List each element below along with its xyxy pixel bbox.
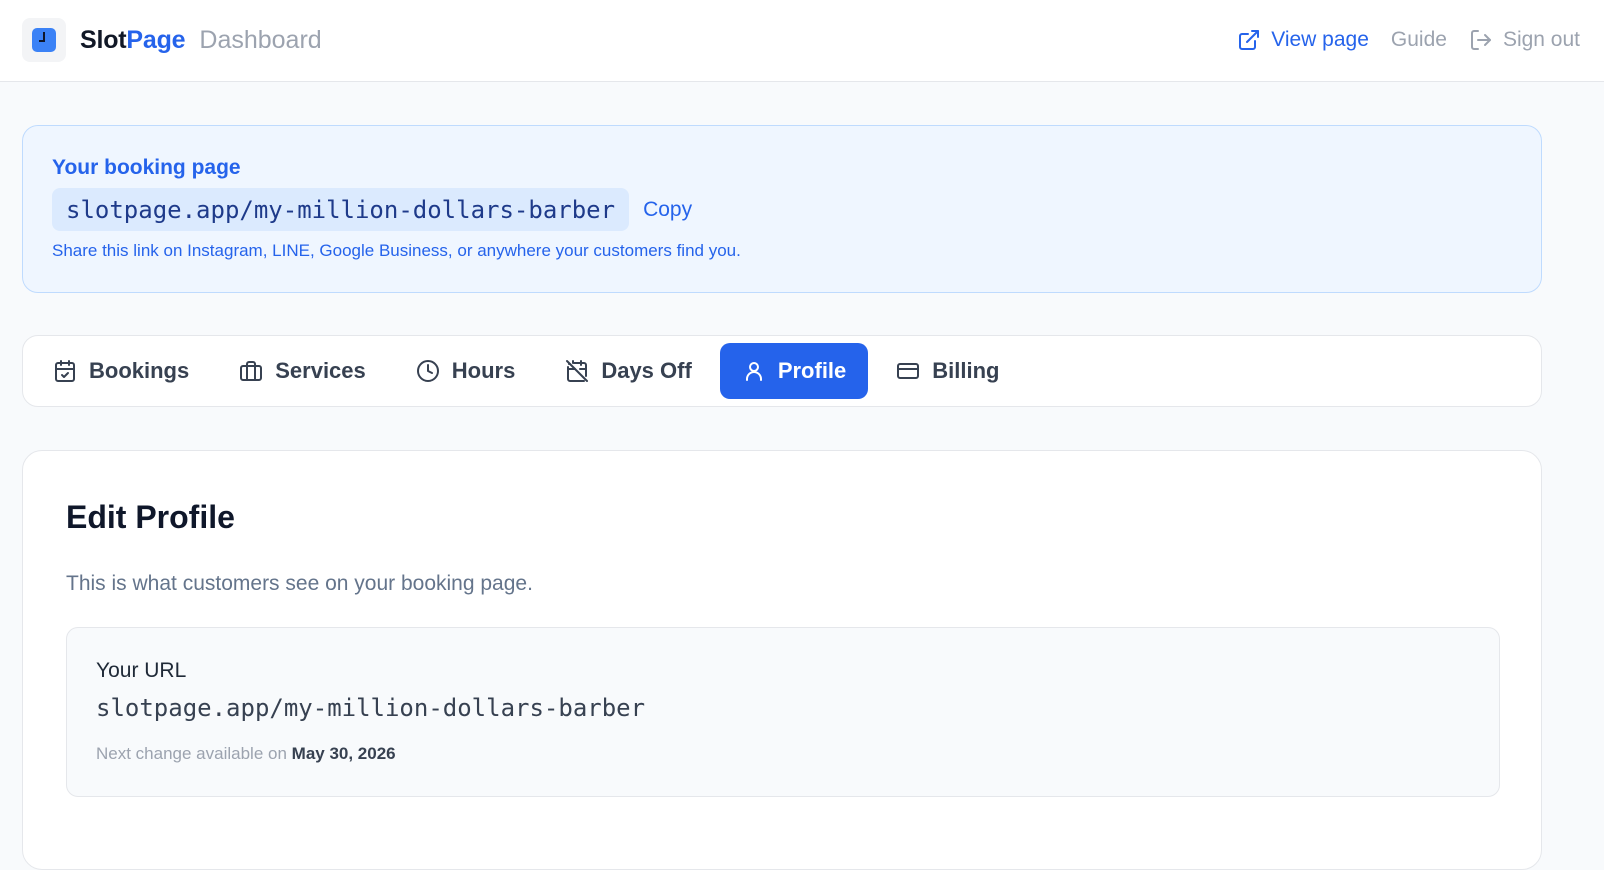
credit-card-icon <box>897 363 920 379</box>
dashboard-tabs: Bookings Services Hours Days Off Profile… <box>22 335 1542 407</box>
next-change-date: May 30, 2026 <box>291 744 396 763</box>
tab-label: Bookings <box>89 358 190 383</box>
brand-name-part2: Page <box>126 25 186 54</box>
edit-profile-card: Edit Profile This is what customers see … <box>22 450 1542 870</box>
clock-icon <box>416 360 439 382</box>
tab-label: Billing <box>932 358 1000 383</box>
page-description: This is what customers see on your booki… <box>66 572 533 595</box>
booking-url-row: slotpage.app/my-million-dollars-barber C… <box>52 188 692 231</box>
next-change-prefix: Next change available on <box>96 744 287 763</box>
url-label: Your URL <box>96 659 187 682</box>
guide-link[interactable]: Guide <box>1391 28 1447 52</box>
brand-name-part1: Slot <box>80 25 127 54</box>
url-info-box: Your URL slotpage.app/my-million-dollars… <box>66 627 1500 797</box>
view-page-link[interactable]: View page <box>1237 28 1369 52</box>
logo-icon <box>22 18 66 62</box>
page-title: Edit Profile <box>66 499 235 535</box>
top-bar: SlotPage Dashboard View page Guide Sign … <box>0 0 1604 82</box>
top-nav: View page Guide Sign out <box>1237 22 1580 58</box>
page-subtitle: Dashboard <box>199 25 322 54</box>
brand-name: SlotPage <box>80 25 186 55</box>
calendar-check-icon <box>55 360 75 382</box>
tab-label: Hours <box>451 358 516 383</box>
sign-out-icon <box>1470 30 1491 50</box>
banner-title: Your booking page <box>52 156 241 179</box>
view-page-label: View page <box>1271 28 1369 51</box>
banner-hint: Share this link on Instagram, LINE, Goog… <box>52 241 741 260</box>
tab-hours[interactable]: Hours <box>394 343 538 399</box>
tab-days-off[interactable]: Days Off <box>543 343 713 399</box>
calendar-off-icon <box>566 360 589 382</box>
sign-out-label: Sign out <box>1502 28 1580 51</box>
sign-out-link[interactable]: Sign out <box>1469 28 1580 52</box>
url-value: slotpage.app/my-million-dollars-barber <box>96 694 646 722</box>
tab-label: Days Off <box>601 358 692 383</box>
brand[interactable]: SlotPage Dashboard <box>22 17 322 63</box>
tab-label: Services <box>275 358 366 383</box>
tab-billing[interactable]: Billing <box>874 343 1021 399</box>
next-change-note: Next change available on May 30, 2026 <box>96 744 396 764</box>
user-icon <box>745 362 762 381</box>
tab-label: Profile <box>777 358 847 383</box>
booking-page-banner: Your booking page slotpage.app/my-millio… <box>22 125 1542 293</box>
tab-profile[interactable]: Profile <box>719 343 869 399</box>
booking-url[interactable]: slotpage.app/my-million-dollars-barber <box>52 188 630 231</box>
external-link-icon <box>1239 30 1260 50</box>
tab-bookings[interactable]: Bookings <box>31 343 211 399</box>
copy-button[interactable]: Copy <box>643 198 692 222</box>
tab-services[interactable]: Services <box>217 343 388 399</box>
briefcase-icon <box>240 361 263 381</box>
